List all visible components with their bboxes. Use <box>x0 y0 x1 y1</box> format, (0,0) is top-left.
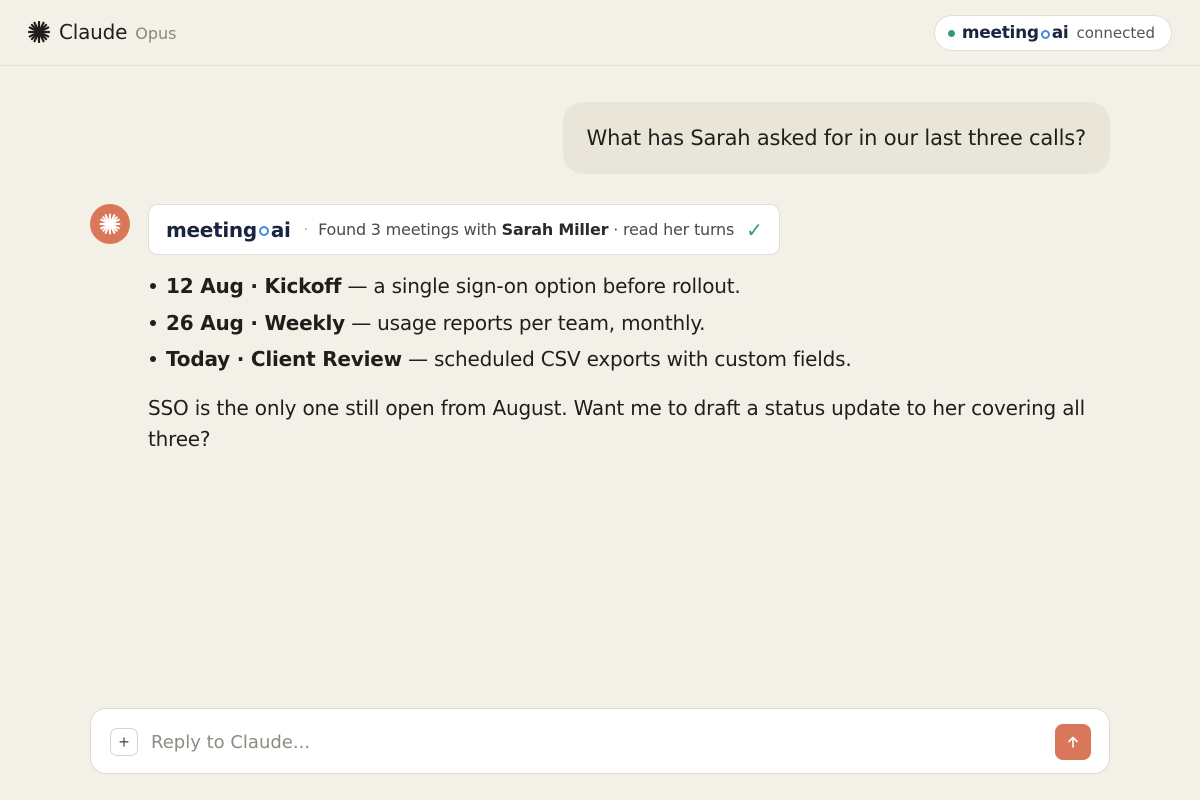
top-bar: Claude Opus meeting ai connected <box>0 0 1200 66</box>
list-item: Today · Client Review — scheduled CSV ex… <box>148 341 852 378</box>
item-text: — usage reports per team, monthly. <box>351 310 706 335</box>
tool-call-card[interactable]: meeting ai · Found 3 meetings with Sarah… <box>148 204 780 255</box>
item-label: 26 Aug · Weekly <box>166 310 346 335</box>
bullet-icon <box>150 319 156 326</box>
item-text: — a single sign-on option before rollout… <box>347 274 741 299</box>
user-message: What has Sarah asked for in our last thr… <box>562 102 1110 174</box>
answer-paragraph: SSO is the only one still open from Augu… <box>148 396 1085 451</box>
model-selector[interactable]: Opus <box>135 24 176 43</box>
list-item: 26 Aug · Weekly — usage reports per team… <box>148 305 852 342</box>
bullet-icon <box>150 356 156 363</box>
logo-ring-icon <box>258 225 269 236</box>
answer-list: 12 Aug · Kickoff — a single sign-on opti… <box>148 268 852 378</box>
reply-input[interactable] <box>151 727 1031 757</box>
separator-dot: · <box>303 221 309 238</box>
meetingai-logo: meeting ai <box>166 218 291 242</box>
check-icon: ✓ <box>746 217 763 242</box>
status-text: connected <box>1076 24 1155 42</box>
logo-text-left: meeting <box>961 23 1039 43</box>
claude-avatar <box>90 204 130 244</box>
item-label: 12 Aug · Kickoff <box>166 274 342 299</box>
item-label: Today · Client Review <box>166 347 402 372</box>
add-attachment-button[interactable]: + <box>110 728 138 756</box>
composer: + <box>90 708 1110 774</box>
tool-text-after: · read her turns <box>613 220 735 239</box>
app-name: Claude <box>59 20 128 44</box>
tool-text-before: Found 3 meetings with <box>318 220 497 239</box>
claude-spark-icon <box>99 213 121 235</box>
bullet-icon <box>150 283 156 290</box>
connected-dot-icon <box>947 29 955 37</box>
logo-text-right: ai <box>1051 23 1069 43</box>
item-text: — scheduled CSV exports with custom fiel… <box>408 347 852 372</box>
meetingai-logo: meeting ai <box>962 23 1069 43</box>
logo-ring-icon <box>1040 29 1050 39</box>
logo-text-right: ai <box>270 217 291 242</box>
arrow-up-icon <box>1068 736 1078 748</box>
integration-status-badge[interactable]: meeting ai connected <box>933 15 1172 51</box>
logo-text-left: meeting <box>166 217 257 242</box>
send-button[interactable] <box>1055 724 1091 760</box>
list-item: 12 Aug · Kickoff — a single sign-on opti… <box>148 268 852 305</box>
brand: Claude Opus <box>28 20 177 44</box>
claude-logo-icon <box>28 21 50 43</box>
tool-person-name: Sarah Miller <box>501 220 609 239</box>
tool-call-summary: Found 3 meetings with Sarah Miller · rea… <box>318 220 734 239</box>
